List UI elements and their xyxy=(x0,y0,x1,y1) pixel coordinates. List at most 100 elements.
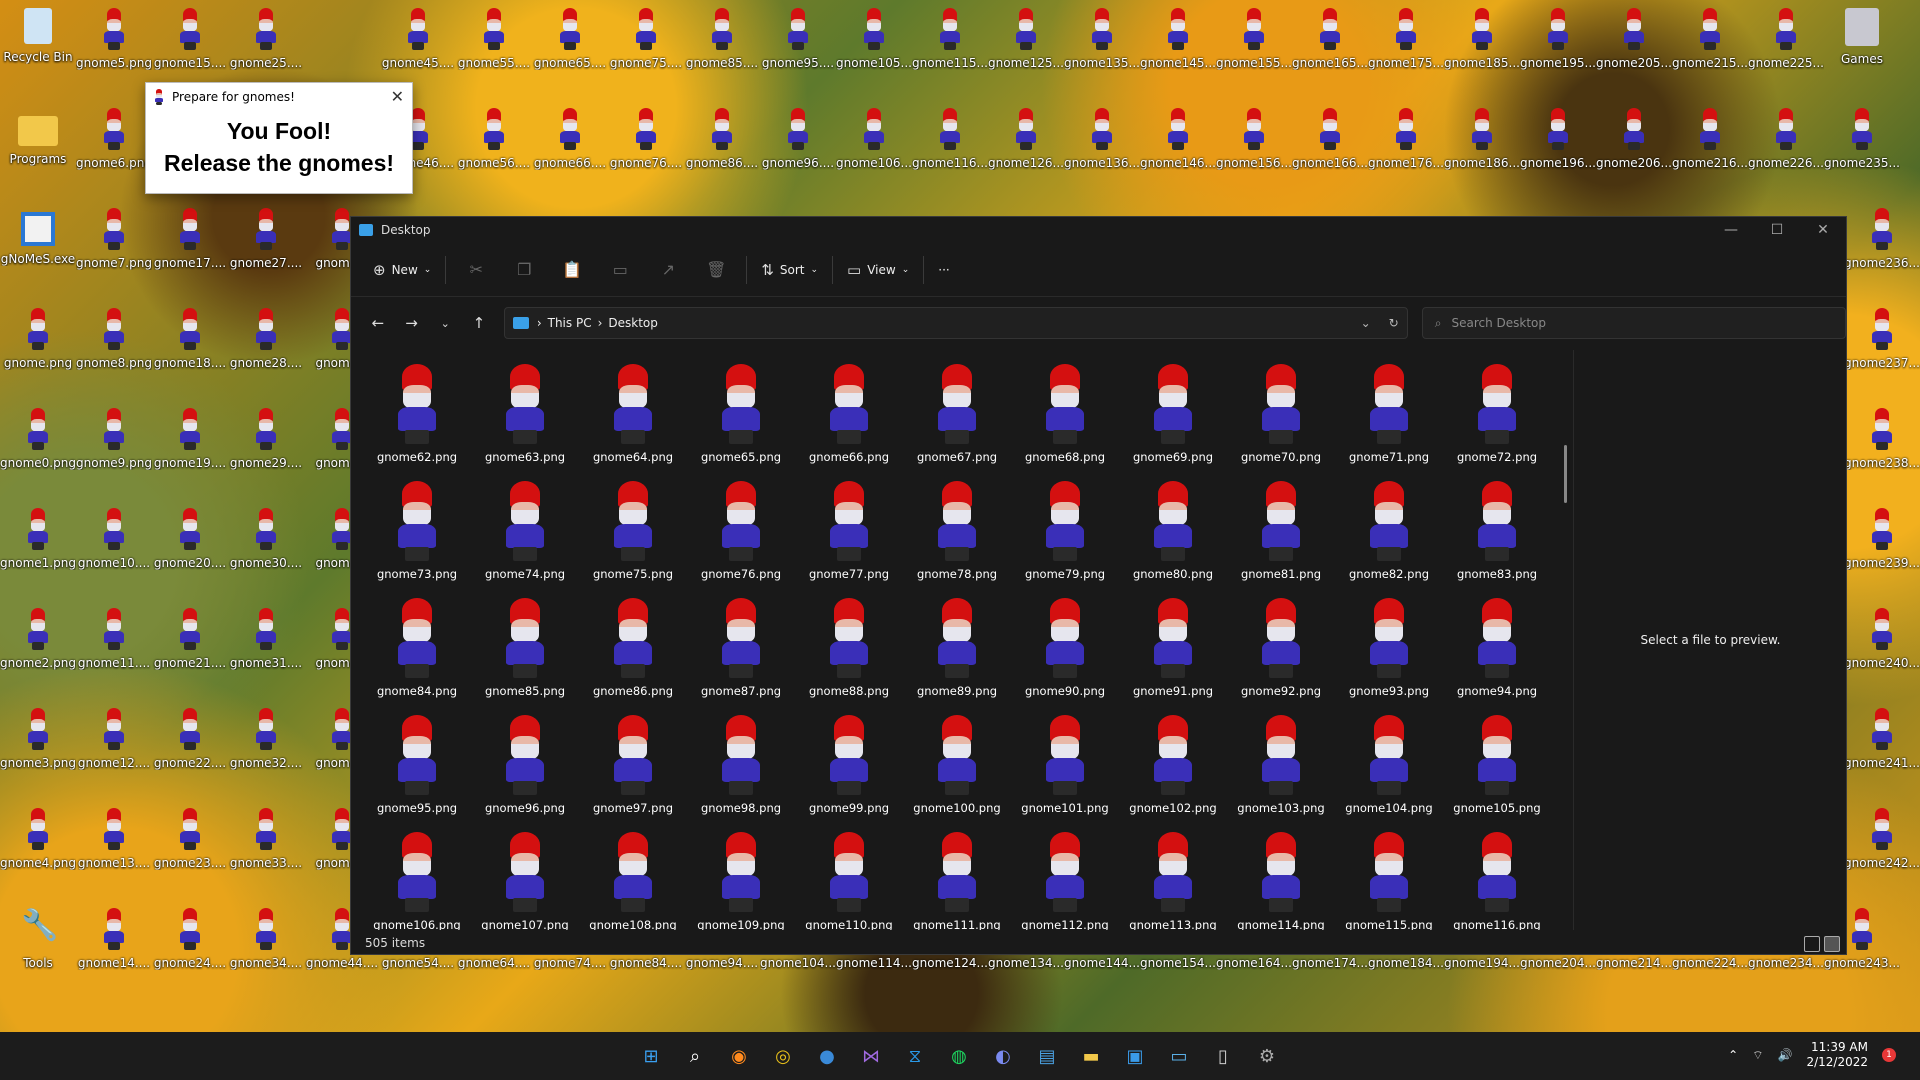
desktop-icon[interactable]: gnome28.... xyxy=(228,304,304,382)
desktop-icon[interactable]: gnome105.... xyxy=(836,4,912,82)
cut-icon[interactable]: ✂ xyxy=(452,260,500,279)
details-view-icon[interactable] xyxy=(1804,936,1820,952)
file-item[interactable]: gnome115.png xyxy=(1335,824,1443,930)
file-item[interactable]: gnome72.png xyxy=(1443,356,1551,473)
file-item[interactable]: gnome84.png xyxy=(363,590,471,707)
file-item[interactable]: gnome75.png xyxy=(579,473,687,590)
back-arrow-icon[interactable]: ← xyxy=(361,314,395,332)
desktop-icon[interactable]: gnome206.... xyxy=(1596,104,1672,182)
desktop-icon[interactable]: gnome156.... xyxy=(1216,104,1292,182)
desktop-icon[interactable]: gnome186.... xyxy=(1444,104,1520,182)
desktop-icon[interactable]: gnome11.... xyxy=(76,604,152,682)
visual-studio-icon[interactable]: ⋈ xyxy=(853,1040,889,1072)
store-icon[interactable]: ▣ xyxy=(1117,1040,1153,1072)
desktop-icon[interactable]: gnome185.... xyxy=(1444,4,1520,82)
desktop-icon[interactable]: gnome239.... xyxy=(1844,504,1920,582)
address-bar[interactable]: › This PC › Desktop ⌄ ↻ xyxy=(503,307,1408,339)
file-item[interactable]: gnome112.png xyxy=(1011,824,1119,930)
view-button[interactable]: ▭ View ⌄ xyxy=(839,254,917,286)
search-box[interactable]: ⌕ Search Desktop xyxy=(1421,307,1847,339)
file-item[interactable]: gnome93.png xyxy=(1335,590,1443,707)
desktop-icon[interactable]: gNoMeS.exe xyxy=(0,204,76,282)
desktop-icon[interactable]: gnome29.... xyxy=(228,404,304,482)
desktop-icon[interactable]: gnome126.... xyxy=(988,104,1064,182)
file-item[interactable]: gnome99.png xyxy=(795,707,903,824)
delete-icon[interactable]: 🗑 xyxy=(692,260,740,279)
minimize-button[interactable]: — xyxy=(1708,217,1754,243)
sort-button[interactable]: ⇅ Sort ⌄ xyxy=(753,254,826,286)
desktop-icon[interactable]: gnome33.... xyxy=(228,804,304,882)
desktop-icon[interactable]: gnome215.... xyxy=(1672,4,1748,82)
desktop-icon[interactable]: gnome24.... xyxy=(152,904,228,982)
file-item[interactable]: gnome77.png xyxy=(795,473,903,590)
desktop-icon[interactable]: gnome86.... xyxy=(684,104,760,182)
desktop-icon[interactable]: gnome56.... xyxy=(456,104,532,182)
desktop-icon[interactable]: gnome14.... xyxy=(76,904,152,982)
file-item[interactable]: gnome87.png xyxy=(687,590,795,707)
desktop-icon[interactable]: gnome216.... xyxy=(1672,104,1748,182)
desktop-icon[interactable]: gnome95.... xyxy=(760,4,836,82)
up-arrow-icon[interactable]: ↑ xyxy=(462,314,496,332)
file-item[interactable]: gnome101.png xyxy=(1011,707,1119,824)
desktop-icon[interactable]: gnome18.... xyxy=(152,304,228,382)
desktop-icon[interactable]: gnome25.... xyxy=(228,4,304,82)
desktop-icon[interactable]: gnome12.... xyxy=(76,704,152,782)
desktop-icon[interactable]: gnome242.... xyxy=(1844,804,1920,882)
file-item[interactable]: gnome88.png xyxy=(795,590,903,707)
desktop-icon[interactable]: gnome145.... xyxy=(1140,4,1216,82)
desktop-icon[interactable]: gnome3.png xyxy=(0,704,76,782)
file-item[interactable]: gnome63.png xyxy=(471,356,579,473)
desktop-icon[interactable]: gnome13.... xyxy=(76,804,152,882)
discord-icon[interactable]: ◐ xyxy=(985,1040,1021,1072)
desktop-icon[interactable]: gnome205.... xyxy=(1596,4,1672,82)
desktop-icon[interactable]: gnome45.... xyxy=(380,4,456,82)
file-item[interactable]: gnome96.png xyxy=(471,707,579,824)
rdp-icon[interactable]: ▭ xyxy=(1161,1040,1197,1072)
file-item[interactable]: gnome95.png xyxy=(363,707,471,824)
file-item[interactable]: gnome110.png xyxy=(795,824,903,930)
desktop-icon[interactable]: gnome10.... xyxy=(76,504,152,582)
desktop-icon[interactable]: gnome66.... xyxy=(532,104,608,182)
file-item[interactable]: gnome82.png xyxy=(1335,473,1443,590)
file-item[interactable]: gnome89.png xyxy=(903,590,1011,707)
desktop-icon[interactable]: gnome7.png xyxy=(76,204,152,282)
clock[interactable]: 11:39 AM 2/12/2022 xyxy=(1806,1040,1868,1070)
file-explorer-icon[interactable]: ▬ xyxy=(1073,1040,1109,1072)
file-item[interactable]: gnome100.png xyxy=(903,707,1011,824)
desktop-icon[interactable]: gnome106.... xyxy=(836,104,912,182)
new-button[interactable]: ⊕ New ⌄ xyxy=(365,254,439,286)
desktop-icon[interactable]: gnome31.... xyxy=(228,604,304,682)
file-item[interactable]: gnome107.png xyxy=(471,824,579,930)
popup-close-button[interactable]: ✕ xyxy=(391,87,404,106)
desktop-icon[interactable]: gnome6.png xyxy=(76,104,152,182)
desktop-icon[interactable]: gnome23.... xyxy=(152,804,228,882)
desktop-icon[interactable]: gnome9.png xyxy=(76,404,152,482)
file-item[interactable]: gnome85.png xyxy=(471,590,579,707)
search-icon[interactable]: ⌕ xyxy=(677,1040,713,1072)
file-item[interactable]: gnome76.png xyxy=(687,473,795,590)
desktop-icon[interactable]: gnome237.... xyxy=(1844,304,1920,382)
desktop-icon[interactable]: gnome175.... xyxy=(1368,4,1444,82)
recent-locations-icon[interactable]: ⌄ xyxy=(428,317,462,330)
desktop-icon[interactable]: gnome1.png xyxy=(0,504,76,582)
paste-icon[interactable]: 📋 xyxy=(548,260,596,279)
desktop-icon[interactable]: gnome146.... xyxy=(1140,104,1216,182)
maximize-button[interactable]: ☐ xyxy=(1754,217,1800,243)
share-icon[interactable]: ↗ xyxy=(644,260,692,279)
desktop-icon[interactable]: gnome27.... xyxy=(228,204,304,282)
desktop-icon[interactable]: gnome20.... xyxy=(152,504,228,582)
file-item[interactable]: gnome104.png xyxy=(1335,707,1443,824)
file-item[interactable]: gnome109.png xyxy=(687,824,795,930)
file-item[interactable]: gnome78.png xyxy=(903,473,1011,590)
rename-icon[interactable]: ▭ xyxy=(596,260,644,279)
notepad-icon[interactable]: ▤ xyxy=(1029,1040,1065,1072)
desktop-icon[interactable]: gnome5.png xyxy=(76,4,152,82)
file-item[interactable]: gnome79.png xyxy=(1011,473,1119,590)
desktop-icon[interactable]: gnome195.... xyxy=(1520,4,1596,82)
start-icon[interactable]: ⊞ xyxy=(633,1040,669,1072)
large-icons-view-icon[interactable] xyxy=(1824,936,1840,952)
desktop-icon[interactable]: gnome135.... xyxy=(1064,4,1140,82)
breadcrumb-this-pc[interactable]: This PC xyxy=(548,316,592,330)
volume-icon[interactable]: 🔊 xyxy=(1778,1048,1793,1062)
file-item[interactable]: gnome92.png xyxy=(1227,590,1335,707)
